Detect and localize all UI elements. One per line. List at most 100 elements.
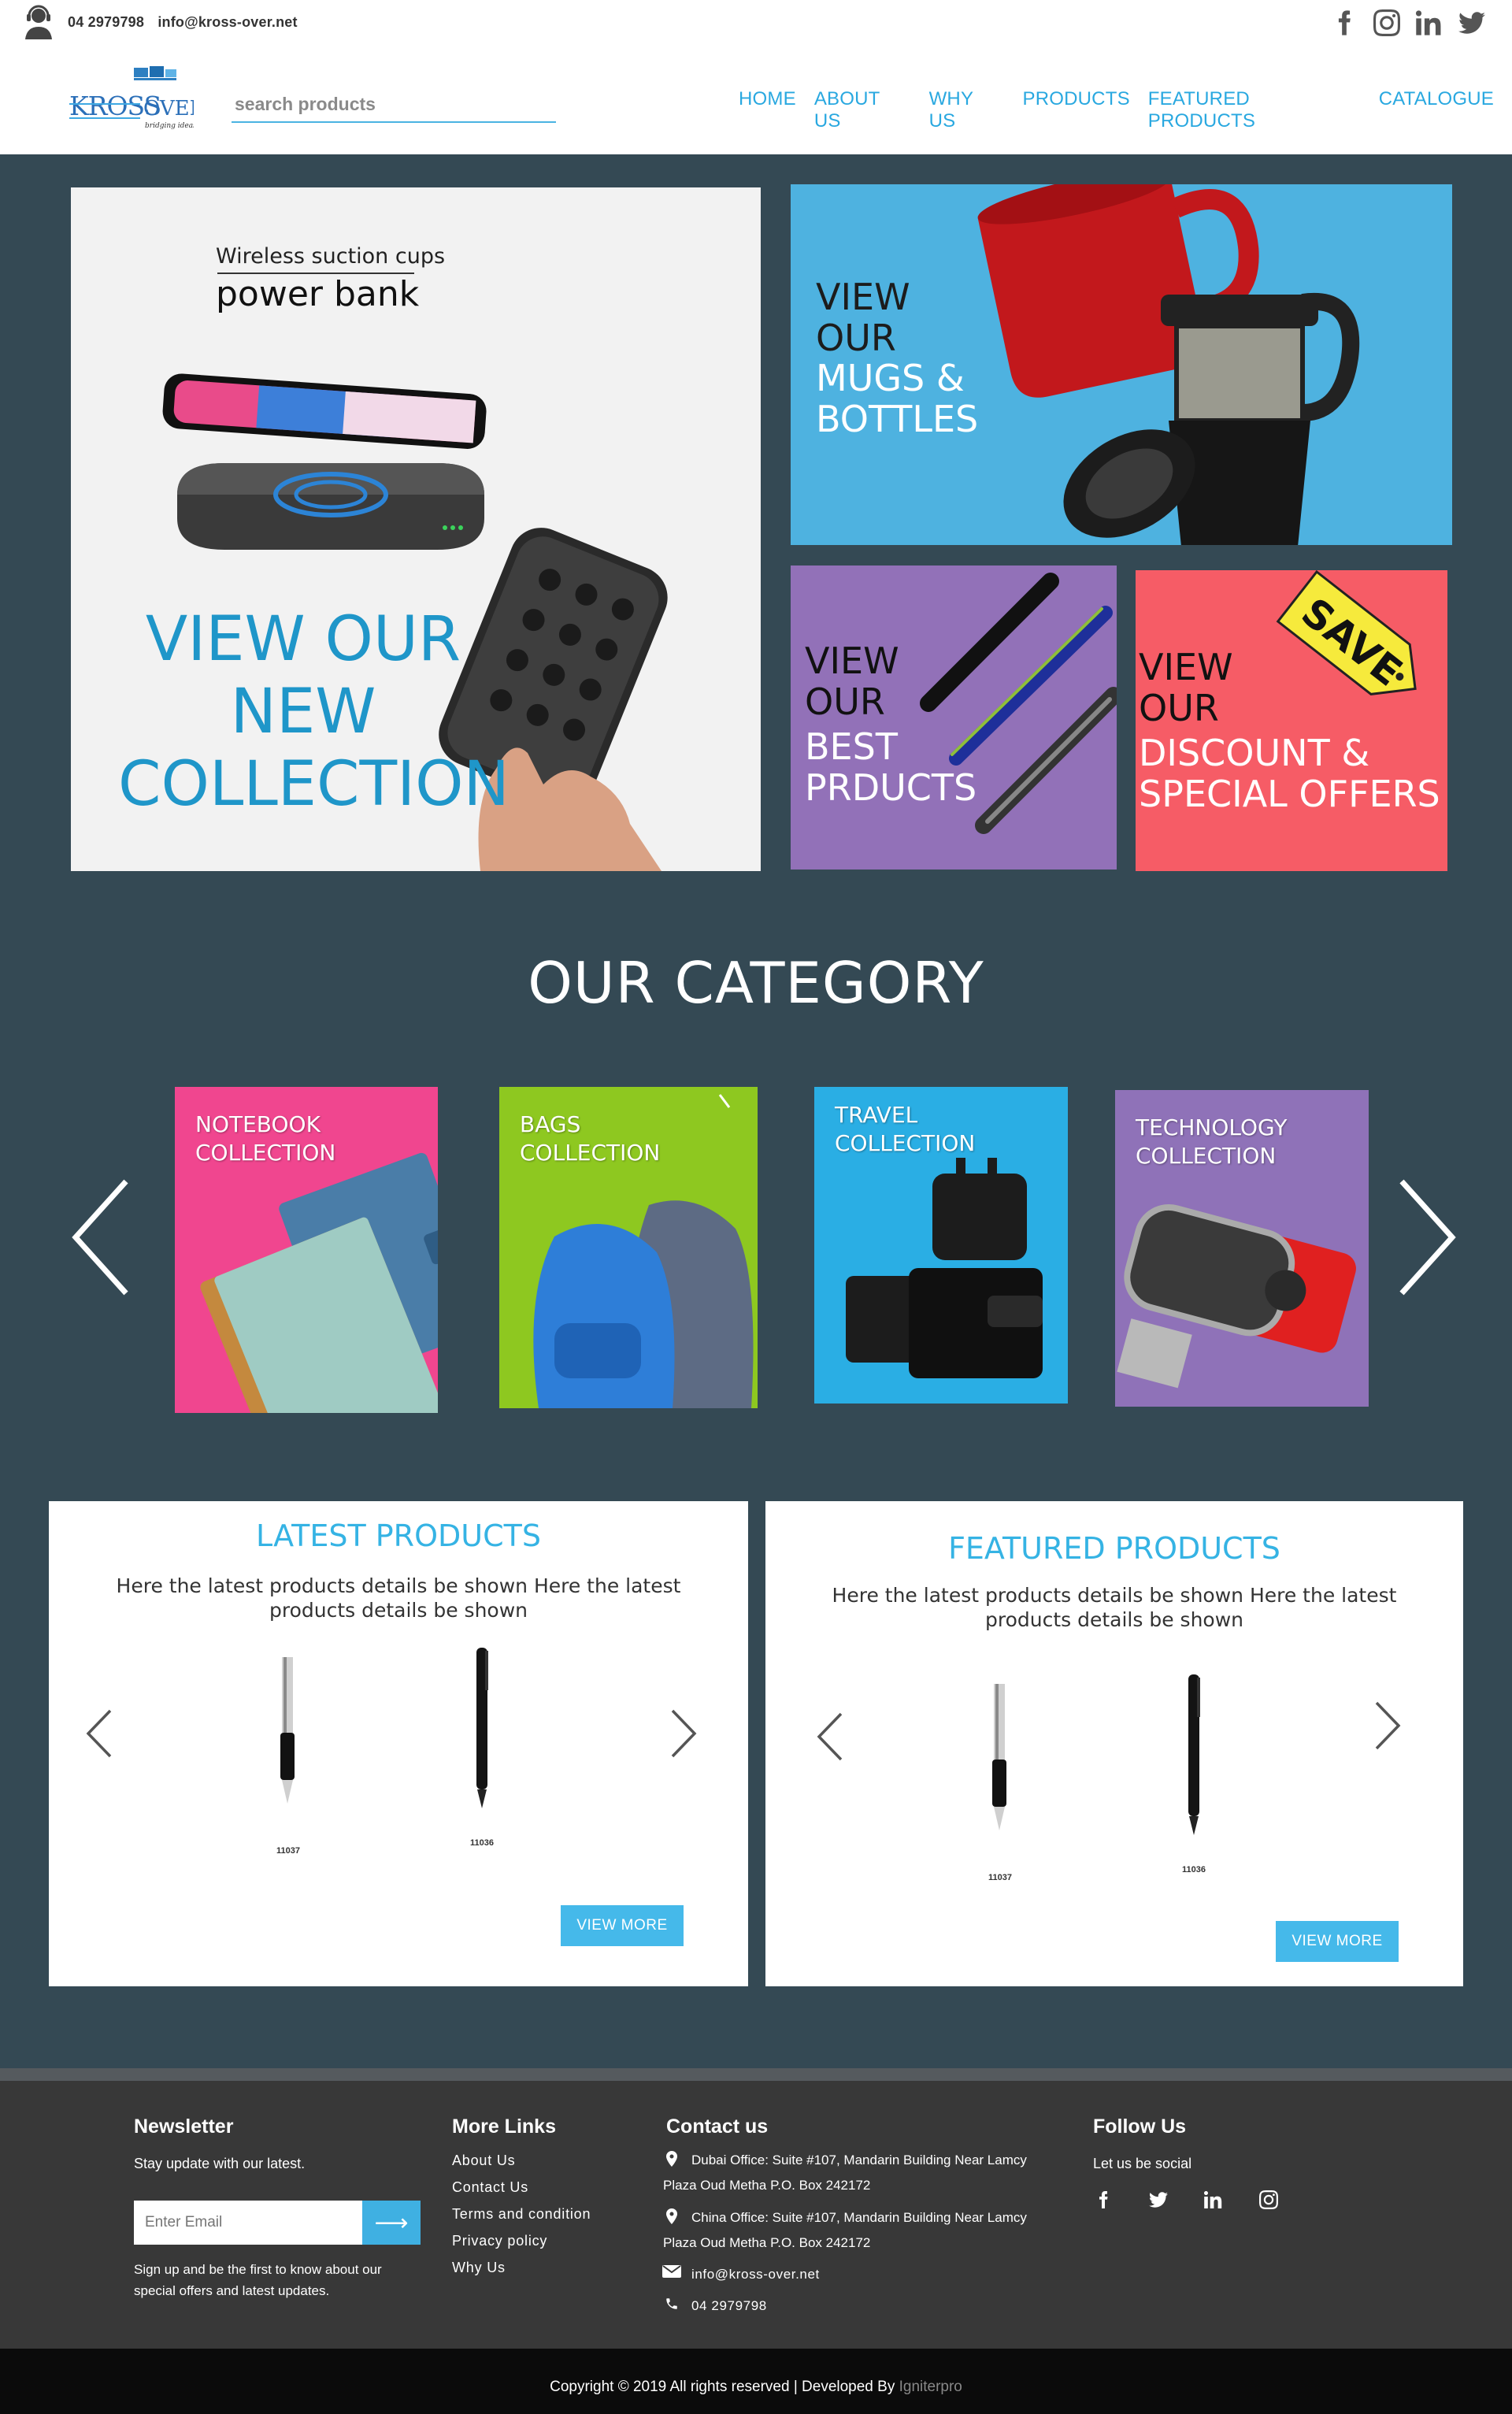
mugs-line3: MUGS & xyxy=(816,357,965,400)
category-bags-line1: BAGS xyxy=(520,1111,581,1137)
facebook-icon[interactable] xyxy=(1093,2190,1114,2210)
newsletter-section: Newsletter Stay update with our latest. … xyxy=(134,2115,433,2298)
envelope-icon xyxy=(662,2262,682,2279)
nav-about-us[interactable]: ABOUT US xyxy=(814,88,911,132)
top-social-links xyxy=(1329,8,1487,38)
best-line4: PRDUCTS xyxy=(805,766,977,809)
nav-catalogue[interactable]: CATALOGUE xyxy=(1379,88,1494,132)
site-footer: Newsletter Stay update with our latest. … xyxy=(0,2081,1512,2349)
category-title: OUR CATEGORY xyxy=(528,950,984,1016)
svg-text:bridging ideas: bridging ideas xyxy=(145,122,194,130)
category-next-arrow[interactable] xyxy=(1395,1178,1458,1296)
main-nav: HOME ABOUT US WHY US PRODUCTS FEATURED P… xyxy=(739,88,1512,132)
product-code: 11037 xyxy=(988,1873,1012,1882)
latest-next-arrow[interactable] xyxy=(668,1706,699,1761)
dubai-address-line2: Plaza Oud Metha P.O. Box 242172 xyxy=(663,2178,871,2193)
product-code: 11036 xyxy=(1182,1865,1206,1874)
nav-why-us[interactable]: WHY US xyxy=(929,88,1005,132)
more-links-list: About Us Contact Us Terms and condition … xyxy=(452,2153,625,2276)
top-bar: 04 2979798 info@kross-over.net xyxy=(0,0,1512,47)
category-travel-line1: TRAVEL xyxy=(835,1102,918,1128)
latest-prev-arrow[interactable] xyxy=(83,1706,115,1761)
new-collection-tile[interactable]: Wireless suction cups power bank VIEW OU… xyxy=(71,187,761,871)
featured-product-card[interactable]: 11037 xyxy=(953,1678,1047,1882)
nav-home[interactable]: HOME xyxy=(739,88,796,132)
linkedin-icon[interactable] xyxy=(1414,8,1444,38)
top-phone[interactable]: 04 2979798 xyxy=(68,14,144,30)
instagram-icon[interactable] xyxy=(1258,2190,1279,2210)
category-travel-line2: COLLECTION xyxy=(835,1130,976,1157)
arrow-right-icon: ⟶ xyxy=(374,2209,409,2236)
newsletter-note-line2: special offers and latest updates. xyxy=(134,2283,330,2299)
twitter-icon[interactable] xyxy=(1457,8,1487,38)
latest-product-card[interactable]: 11037 xyxy=(241,1651,335,1856)
follow-subtitle: Let us be social xyxy=(1093,2156,1192,2171)
instagram-icon[interactable] xyxy=(1372,8,1402,38)
dubai-office: Dubai Office: Suite #107, Mandarin Build… xyxy=(662,2148,1055,2199)
contact-section: Contact us Dubai Office: Suite #107, Man… xyxy=(662,2115,1055,2326)
search-input[interactable] xyxy=(232,88,556,120)
category-card-notebook[interactable]: NOTEBOOK COLLECTION xyxy=(175,1087,438,1413)
china-office: China Office: Suite #107, Mandarin Build… xyxy=(662,2205,1055,2256)
pen-image xyxy=(476,1648,488,1808)
facebook-icon[interactable] xyxy=(1329,8,1359,38)
copyright-text: Copyright © 2019 All rights reserved | D… xyxy=(550,2379,899,2395)
latest-products-desc: Here the latest products details be show… xyxy=(116,1574,681,1622)
new-collection-line1: VIEW OUR xyxy=(145,604,461,675)
featured-view-more-button[interactable]: VIEW MORE xyxy=(1276,1921,1399,1962)
pen-image xyxy=(992,1684,1006,1830)
featured-products-title: FEATURED PRODUCTS xyxy=(948,1531,1280,1566)
product-code: 11037 xyxy=(276,1846,300,1856)
newsletter-subtitle: Stay update with our latest. xyxy=(134,2156,306,2171)
follow-social-links xyxy=(1093,2190,1345,2210)
mugs-label: VIEW OUR MUGS & BOTTLES xyxy=(816,276,978,439)
footer-email-link[interactable]: info@kross-over.net xyxy=(691,2262,820,2287)
latest-view-more-button[interactable]: VIEW MORE xyxy=(561,1905,684,1946)
category-card-technology[interactable]: TECHNOLOGY COLLECTION xyxy=(1115,1090,1369,1407)
footer-phone-link[interactable]: 04 2979798 xyxy=(691,2293,767,2319)
newsletter-submit-button[interactable]: ⟶ xyxy=(362,2201,421,2245)
new-collection-label: VIEW OUR NEW COLLECTION xyxy=(118,603,510,821)
main-content: Wireless suction cups power bank VIEW OU… xyxy=(0,154,1512,2071)
newsletter-form: ⟶ xyxy=(134,2201,421,2245)
linkedin-icon[interactable] xyxy=(1203,2190,1224,2210)
newsletter-email-input[interactable] xyxy=(134,2201,362,2245)
footer-link-terms[interactable]: Terms and condition xyxy=(452,2206,625,2223)
top-email[interactable]: info@kross-over.net xyxy=(158,14,297,30)
more-links-section: More Links About Us Contact Us Terms and… xyxy=(452,2115,625,2286)
footer-link-privacy[interactable]: Privacy policy xyxy=(452,2233,625,2249)
discount-line1: VIEW xyxy=(1139,646,1233,688)
newsletter-title: Newsletter xyxy=(134,2115,234,2138)
svg-text:OVER: OVER xyxy=(143,97,194,121)
newsletter-note-line1: Sign up and be the first to know about o… xyxy=(134,2262,382,2277)
mugs-bottles-tile[interactable]: VIEW OUR MUGS & BOTTLES xyxy=(791,184,1452,545)
twitter-icon[interactable] xyxy=(1148,2190,1169,2210)
category-card-bags[interactable]: BAGS COLLECTION xyxy=(499,1087,758,1408)
latest-product-card[interactable]: 11036 xyxy=(435,1643,529,1848)
footer-link-contact-us[interactable]: Contact Us xyxy=(452,2179,625,2196)
category-notebook-line2: COLLECTION xyxy=(195,1140,336,1166)
discount-line3: DISCOUNT & xyxy=(1139,732,1370,775)
featured-next-arrow[interactable] xyxy=(1372,1698,1403,1753)
discount-tile[interactable]: SAVE VIEW OUR DISCOUNT & SPECIAL OFFERS xyxy=(1136,570,1447,871)
featured-prev-arrow[interactable] xyxy=(814,1709,846,1764)
site-header: KROSS OVER bridging ideas HOME ABOUT US … xyxy=(0,47,1512,154)
category-label-notebook: NOTEBOOK COLLECTION xyxy=(195,1111,335,1168)
best-label: VIEW OUR BEST PRDUCTS xyxy=(805,640,977,809)
footer-link-why-us[interactable]: Why Us xyxy=(452,2260,625,2276)
category-label-bags: BAGS COLLECTION xyxy=(520,1111,660,1168)
category-prev-arrow[interactable] xyxy=(69,1178,132,1296)
footer-link-about-us[interactable]: About Us xyxy=(452,2153,625,2169)
kross-over-logo[interactable]: KROSS OVER bridging ideas xyxy=(68,63,206,131)
latest-products-panel: LATEST PRODUCTS Here the latest products… xyxy=(49,1501,748,1986)
pen-image xyxy=(280,1657,295,1804)
best-products-tile[interactable]: VIEW OUR BEST PRDUCTS xyxy=(791,565,1117,870)
developer-link[interactable]: Igniterpro xyxy=(899,2379,962,2395)
china-address-line2: Plaza Oud Metha P.O. Box 242172 xyxy=(663,2234,871,2250)
nav-featured-products[interactable]: FEATURED PRODUCTS xyxy=(1148,88,1361,132)
featured-product-card[interactable]: 11036 xyxy=(1147,1670,1241,1874)
more-links-title: More Links xyxy=(452,2115,556,2138)
category-bags-line2: COLLECTION xyxy=(520,1140,661,1166)
category-card-travel[interactable]: TRAVEL COLLECTION xyxy=(814,1087,1068,1404)
nav-products[interactable]: PRODUCTS xyxy=(1023,88,1130,132)
